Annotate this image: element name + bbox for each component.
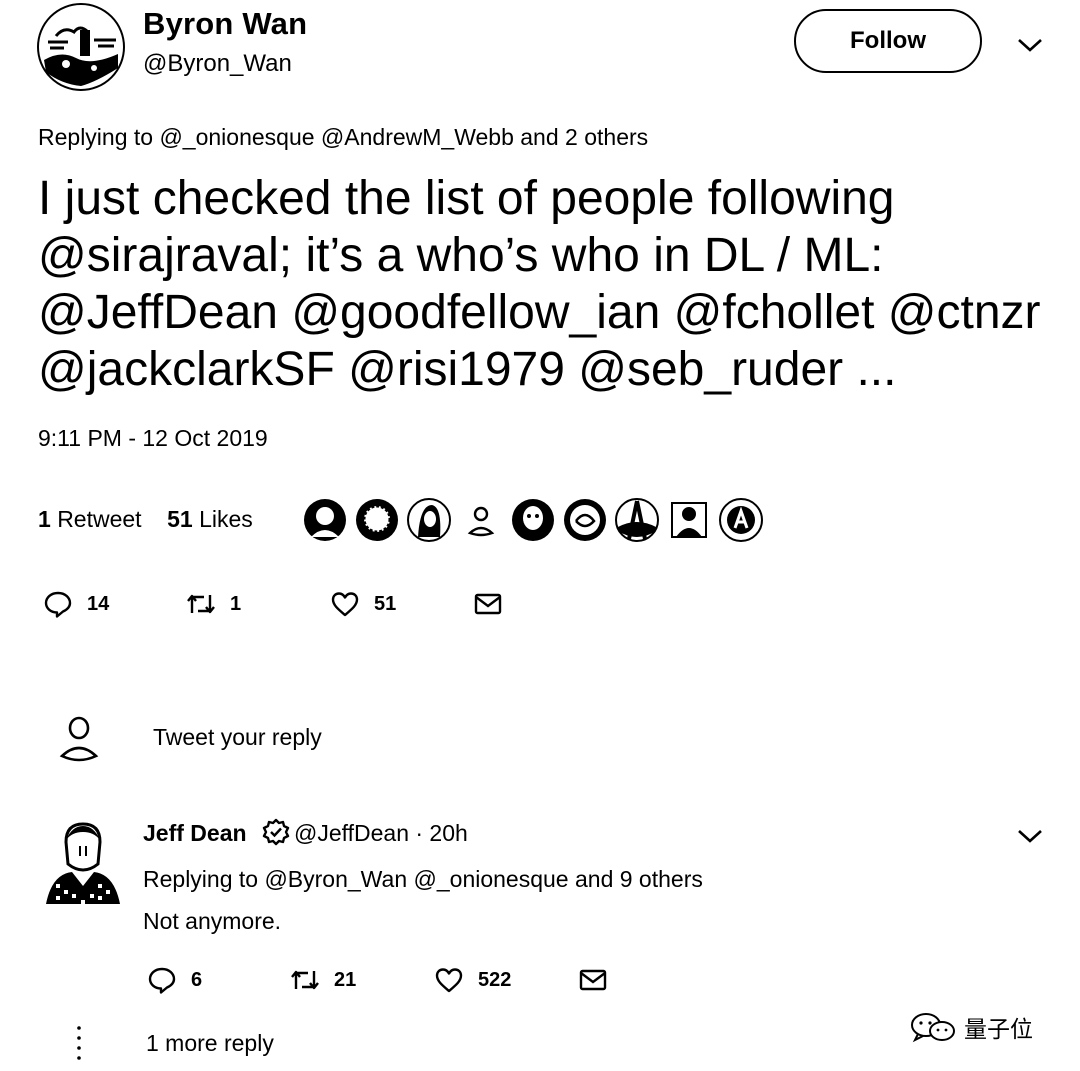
retweet-icon bbox=[291, 970, 319, 990]
reply-menu-chevron-icon[interactable] bbox=[1016, 827, 1044, 845]
retweet-icon bbox=[187, 594, 215, 614]
liker-avatar[interactable] bbox=[406, 497, 452, 543]
retweet-action[interactable]: 1 bbox=[186, 589, 241, 619]
tweet-text-line: @JeffDean @goodfellow_ian @fchollet @ctn… bbox=[38, 286, 1041, 339]
direct-message-action[interactable] bbox=[473, 589, 503, 619]
tweet-text-line: @sirajraval; it’s a who’s who in DL / ML… bbox=[38, 229, 884, 282]
retweets-label: Retweet bbox=[57, 506, 142, 532]
likes-stat[interactable]: 51 Likes bbox=[167, 506, 253, 532]
retweets-count: 1 bbox=[38, 506, 51, 532]
liker-avatars bbox=[302, 497, 764, 543]
reply-reply-action[interactable]: 6 bbox=[147, 965, 202, 995]
tweet-text-line: @jackclarkSF @risi1979 @seb_ruder ... bbox=[38, 343, 897, 396]
tweet-stats: 1 Retweet 51 Likes bbox=[38, 506, 253, 533]
reply-retweet-count: 21 bbox=[334, 968, 357, 991]
reply-author-handle-time[interactable]: @JeffDean · 20h bbox=[294, 820, 468, 847]
reply-action[interactable]: 14 bbox=[43, 589, 109, 619]
liker-avatar[interactable] bbox=[562, 497, 608, 543]
thread-dots-icon bbox=[73, 1024, 85, 1064]
tweet-text: I just checked the list of people follow… bbox=[38, 170, 1068, 398]
heart-icon bbox=[331, 592, 359, 617]
liker-avatar[interactable] bbox=[458, 497, 504, 543]
reply-retweet-action[interactable]: 21 bbox=[290, 965, 356, 995]
liker-avatar[interactable] bbox=[302, 497, 348, 543]
reply-like-count: 522 bbox=[478, 968, 512, 991]
author-handle[interactable]: @Byron_Wan bbox=[143, 50, 292, 78]
envelope-icon bbox=[474, 593, 502, 615]
heart-icon bbox=[435, 968, 463, 993]
default-profile-icon bbox=[59, 716, 99, 762]
liker-avatar[interactable] bbox=[666, 497, 712, 543]
retweets-stat[interactable]: 1 Retweet bbox=[38, 506, 142, 532]
verified-badge-icon bbox=[262, 818, 290, 846]
compose-avatar bbox=[58, 714, 100, 764]
reply-icon bbox=[44, 591, 72, 618]
reply-input[interactable]: Tweet your reply bbox=[153, 724, 322, 751]
liker-avatar[interactable] bbox=[354, 497, 400, 543]
envelope-icon bbox=[579, 969, 607, 991]
reply-author-avatar[interactable] bbox=[42, 820, 124, 915]
author-name[interactable]: Byron Wan bbox=[143, 6, 307, 42]
retweet-count: 1 bbox=[230, 592, 242, 615]
follow-button[interactable]: Follow bbox=[794, 9, 982, 73]
liker-avatar[interactable] bbox=[718, 497, 764, 543]
reply-like-action[interactable]: 522 bbox=[434, 965, 511, 995]
reply-reply-count: 6 bbox=[191, 968, 203, 991]
liker-avatar[interactable] bbox=[510, 497, 556, 543]
likes-label: Likes bbox=[199, 506, 253, 532]
reply-replying-to[interactable]: Replying to @Byron_Wan @_onionesque and … bbox=[143, 866, 703, 893]
tweet-timestamp[interactable]: 9:11 PM - 12 Oct 2019 bbox=[38, 425, 268, 452]
tweet-menu-chevron-icon[interactable] bbox=[1016, 36, 1044, 54]
likes-count: 51 bbox=[167, 506, 193, 532]
reply-author-name[interactable]: Jeff Dean bbox=[143, 820, 247, 847]
liker-avatar[interactable] bbox=[614, 497, 660, 543]
wechat-icon bbox=[911, 1013, 955, 1043]
like-count: 51 bbox=[374, 592, 397, 615]
author-avatar[interactable] bbox=[36, 2, 126, 92]
tweet-text-line: I just checked the list of people follow… bbox=[38, 172, 895, 225]
reply-icon bbox=[148, 967, 176, 994]
reply-count: 14 bbox=[87, 592, 110, 615]
watermark: 量子位 bbox=[908, 1010, 1033, 1044]
watermark-text: 量子位 bbox=[964, 1017, 1033, 1043]
more-replies-link[interactable]: 1 more reply bbox=[146, 1030, 274, 1057]
reply-direct-message-action[interactable] bbox=[578, 965, 608, 995]
replying-to[interactable]: Replying to @_onionesque @AndrewM_Webb a… bbox=[38, 124, 648, 151]
reply-text: Not anymore. bbox=[143, 908, 282, 934]
like-action[interactable]: 51 bbox=[330, 589, 396, 619]
